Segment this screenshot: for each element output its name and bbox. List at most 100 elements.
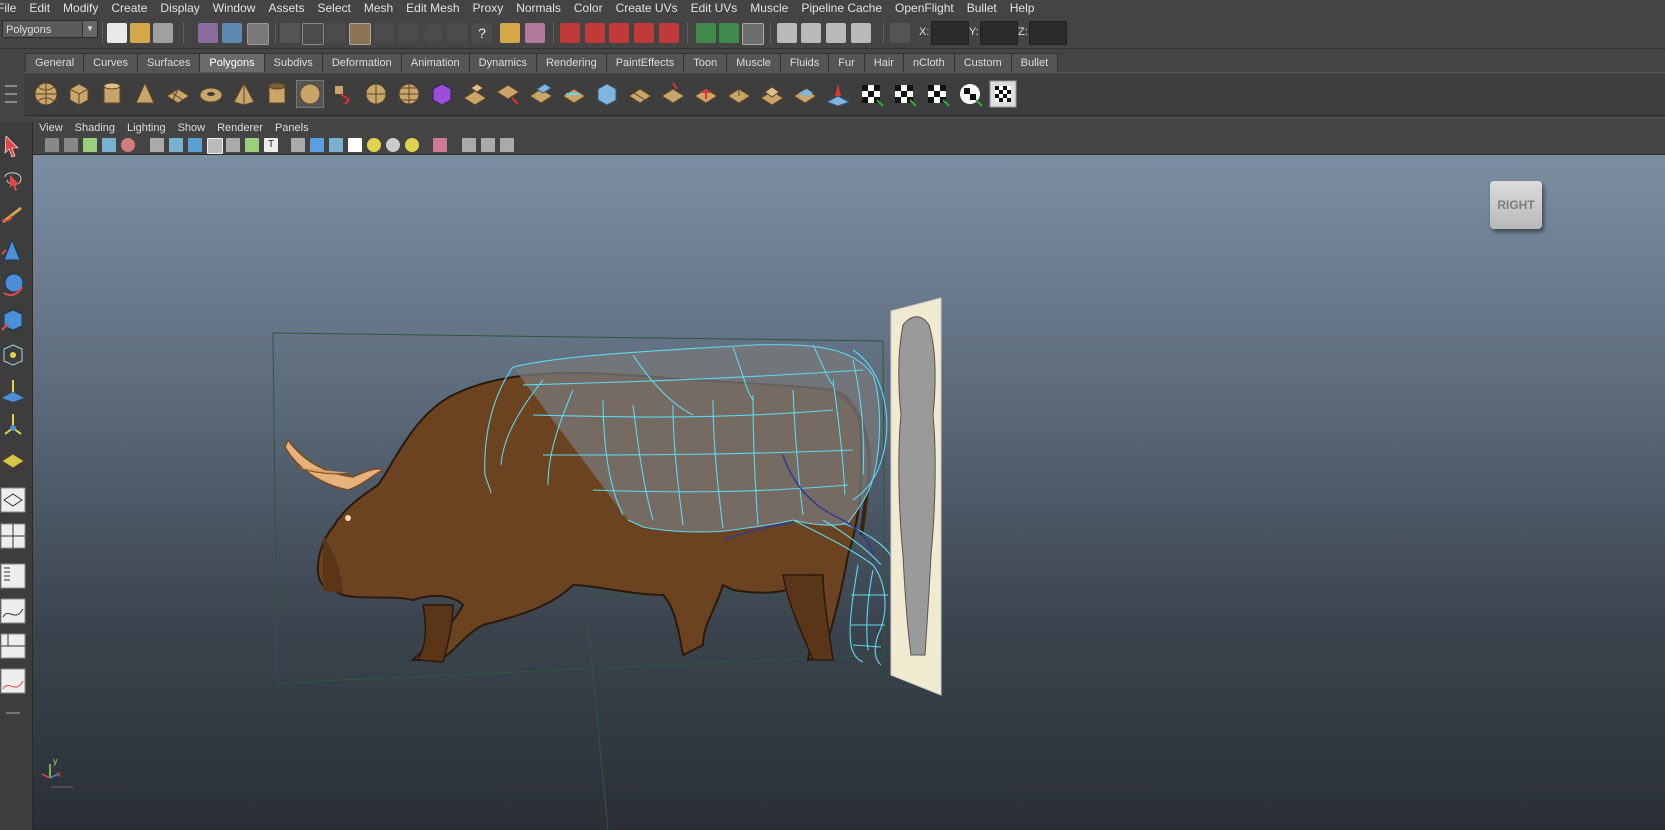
planar-mapping-icon[interactable] <box>791 80 819 108</box>
poly-cylinder-icon[interactable] <box>98 80 126 108</box>
menu-pipeline-cache[interactable]: Pipeline Cache <box>795 0 889 16</box>
render-current-frame-icon[interactable] <box>801 23 821 43</box>
textured-icon[interactable] <box>348 138 362 152</box>
uv-texture-editor-icon[interactable] <box>989 80 1017 108</box>
tab-rendering[interactable]: Rendering <box>535 53 607 72</box>
separate-icon[interactable] <box>362 80 390 108</box>
xray-active-components-icon[interactable] <box>481 138 495 152</box>
make-live-icon[interactable] <box>659 23 679 43</box>
coord-y-field[interactable] <box>980 21 1018 45</box>
wireframe-icon[interactable] <box>291 138 305 152</box>
menu-select[interactable]: Select <box>311 0 357 16</box>
menu-proxy[interactable]: Proxy <box>467 0 511 16</box>
menu-edit[interactable]: Edit <box>23 0 57 16</box>
merge-vertices-icon[interactable] <box>725 80 753 108</box>
tab-polygons[interactable]: Polygons <box>199 53 265 72</box>
select-dynamic-icon[interactable] <box>423 23 443 43</box>
sculpt-geometry-icon[interactable] <box>824 80 852 108</box>
toolbox-expand-icon[interactable] <box>0 707 26 735</box>
tab-fur[interactable]: Fur <box>828 53 865 72</box>
collapse-icon[interactable] <box>692 80 720 108</box>
panel-menu-shading[interactable]: Shading <box>69 119 121 137</box>
filter-dropdown-icon[interactable] <box>280 23 300 43</box>
tab-dynamics[interactable]: Dynamics <box>468 53 537 72</box>
checker-uv-icon[interactable] <box>857 80 885 108</box>
save-scene-icon[interactable] <box>153 23 173 43</box>
use-all-lights-icon[interactable] <box>367 138 381 152</box>
view-cube[interactable]: RIGHT <box>1490 181 1542 229</box>
xray-joints-icon[interactable] <box>500 138 514 152</box>
menu-set-select[interactable]: Polygons ▼ <box>2 20 98 38</box>
append-polygon-icon[interactable] <box>527 80 555 108</box>
last-tool-used-icon[interactable] <box>0 445 26 473</box>
menu-assets[interactable]: Assets <box>262 0 311 16</box>
input-ops-icon[interactable] <box>696 23 716 43</box>
snap-to-grid-icon[interactable] <box>560 23 580 43</box>
image-plane-icon[interactable] <box>102 138 116 152</box>
hypershade-layout-icon[interactable] <box>0 632 26 660</box>
select-surface-icon[interactable] <box>374 23 394 43</box>
select-deformation-icon[interactable] <box>398 23 418 43</box>
tab-custom[interactable]: Custom <box>953 53 1012 72</box>
xray-icon[interactable] <box>462 138 476 152</box>
poly-pipe-icon[interactable] <box>263 80 291 108</box>
menu-file[interactable]: File <box>0 0 23 16</box>
film-gate-icon[interactable] <box>169 138 183 152</box>
rotate-tool-icon[interactable] <box>0 271 26 299</box>
coord-x-field[interactable] <box>931 21 969 45</box>
tab-deformation[interactable]: Deformation <box>321 53 402 72</box>
checker-uv-3-icon[interactable] <box>923 80 951 108</box>
paint-select-tool-icon[interactable] <box>0 202 26 230</box>
scale-tool-icon[interactable] <box>0 306 26 334</box>
two-d-pan-zoom-icon[interactable] <box>121 138 135 152</box>
snap-to-point-icon[interactable] <box>609 23 629 43</box>
panel-menu-panels[interactable]: Panels <box>269 119 315 137</box>
tab-fluids[interactable]: Fluids <box>779 53 830 72</box>
select-by-object-icon[interactable] <box>222 23 242 43</box>
menu-edit-uvs[interactable]: Edit UVs <box>685 0 745 16</box>
grid-icon[interactable] <box>150 138 164 152</box>
tab-surfaces[interactable]: Surfaces <box>136 53 201 72</box>
select-handle-icon[interactable] <box>302 23 324 45</box>
menu-bullet[interactable]: Bullet <box>961 0 1004 16</box>
menu-edit-mesh[interactable]: Edit Mesh <box>400 0 466 16</box>
select-curve-icon[interactable] <box>349 23 371 45</box>
universal-manipulator-icon[interactable] <box>0 341 26 369</box>
shelf-handle[interactable] <box>0 49 22 117</box>
default-light-icon[interactable] <box>405 138 419 152</box>
select-rendering-icon[interactable] <box>447 23 467 43</box>
poly-cone-icon[interactable] <box>131 80 159 108</box>
isolate-select-icon[interactable] <box>433 138 447 152</box>
single-pane-layout-icon[interactable] <box>0 486 26 514</box>
safe-action-icon[interactable] <box>245 138 259 152</box>
perspective-viewport[interactable] <box>33 155 1665 830</box>
tab-general[interactable]: General <box>25 53 85 72</box>
tab-curves[interactable]: Curves <box>83 53 138 72</box>
wireframe-on-shaded-icon[interactable] <box>329 138 343 152</box>
menu-mesh[interactable]: Mesh <box>358 0 400 16</box>
open-scene-icon[interactable] <box>130 23 150 43</box>
render-settings-icon[interactable] <box>851 23 871 43</box>
menu-openflight[interactable]: OpenFlight <box>889 0 961 16</box>
four-pane-layout-icon[interactable] <box>0 522 26 550</box>
tab-hair[interactable]: Hair <box>863 53 904 72</box>
poly-cube-icon[interactable] <box>65 80 93 108</box>
menu-color[interactable]: Color <box>568 0 610 16</box>
lock-selection-icon[interactable] <box>500 23 520 43</box>
bevel-icon[interactable] <box>758 80 786 108</box>
move-tool-icon[interactable] <box>0 236 26 264</box>
new-scene-icon[interactable] <box>107 23 127 43</box>
menu-muscle[interactable]: Muscle <box>744 0 795 16</box>
dope-sheet-layout-icon[interactable] <box>0 667 26 695</box>
poly-pyramid-icon[interactable] <box>230 80 258 108</box>
snap-to-view-plane-icon[interactable] <box>634 23 654 43</box>
tab-animation[interactable]: Animation <box>400 53 470 72</box>
camera-attributes-icon[interactable] <box>64 138 78 152</box>
checker-uv-4-icon[interactable] <box>956 80 984 108</box>
gate-mask-icon[interactable] <box>207 138 223 154</box>
insert-edge-loop-icon[interactable] <box>593 80 621 108</box>
highlight-selection-icon[interactable] <box>525 23 545 43</box>
select-joint-icon[interactable] <box>326 23 346 43</box>
transform-input-dropdown-icon[interactable] <box>890 23 910 43</box>
menu-window[interactable]: Window <box>207 0 263 16</box>
